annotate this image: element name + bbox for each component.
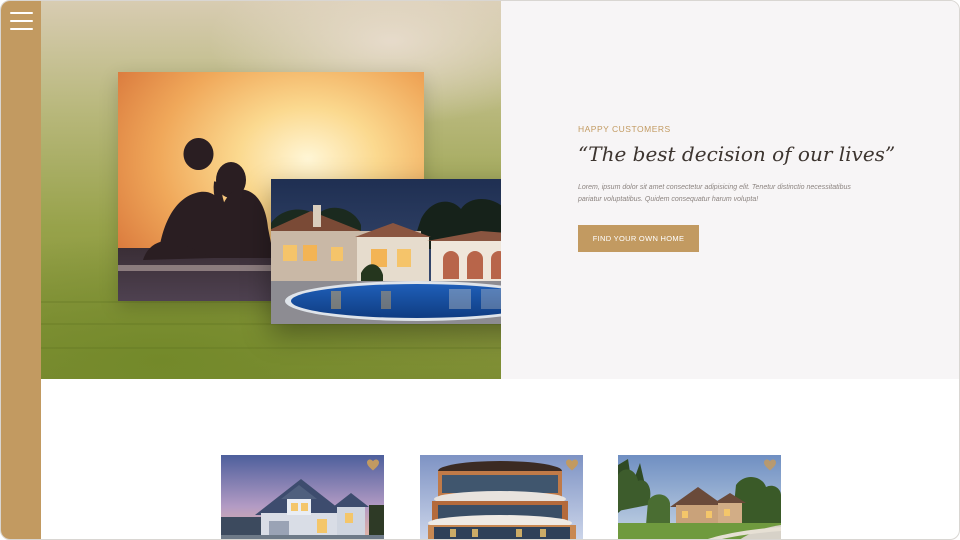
hamburger-menu-icon[interactable]: [10, 11, 33, 31]
page-frame: HAPPY CUSTOMERS “The best decision of ou…: [0, 0, 960, 540]
listing-card[interactable]: [221, 455, 384, 539]
heart-icon[interactable]: [565, 459, 579, 471]
villa-pool-photo: [271, 179, 535, 324]
testimonial-body-line: pariatur voluptatibus. Quidem consequatu…: [578, 196, 759, 203]
testimonial-body: Lorem, ipsum dolor sit amet consectetur …: [578, 182, 878, 206]
testimonial-quote: “The best decision of our lives”: [578, 142, 896, 166]
heart-icon[interactable]: [763, 459, 777, 471]
find-home-button[interactable]: FIND YOUR OWN HOME: [578, 225, 699, 252]
listing-photo: [420, 455, 583, 539]
sidebar: [1, 1, 41, 539]
listing-card[interactable]: [618, 455, 781, 539]
section-eyebrow: HAPPY CUSTOMERS: [578, 124, 671, 134]
listing-photo: [618, 455, 781, 539]
heart-icon[interactable]: [366, 459, 380, 471]
listing-card[interactable]: [420, 455, 583, 539]
listing-photo: [221, 455, 384, 539]
testimonial-body-line: Lorem, ipsum dolor sit amet consectetur …: [578, 184, 851, 191]
